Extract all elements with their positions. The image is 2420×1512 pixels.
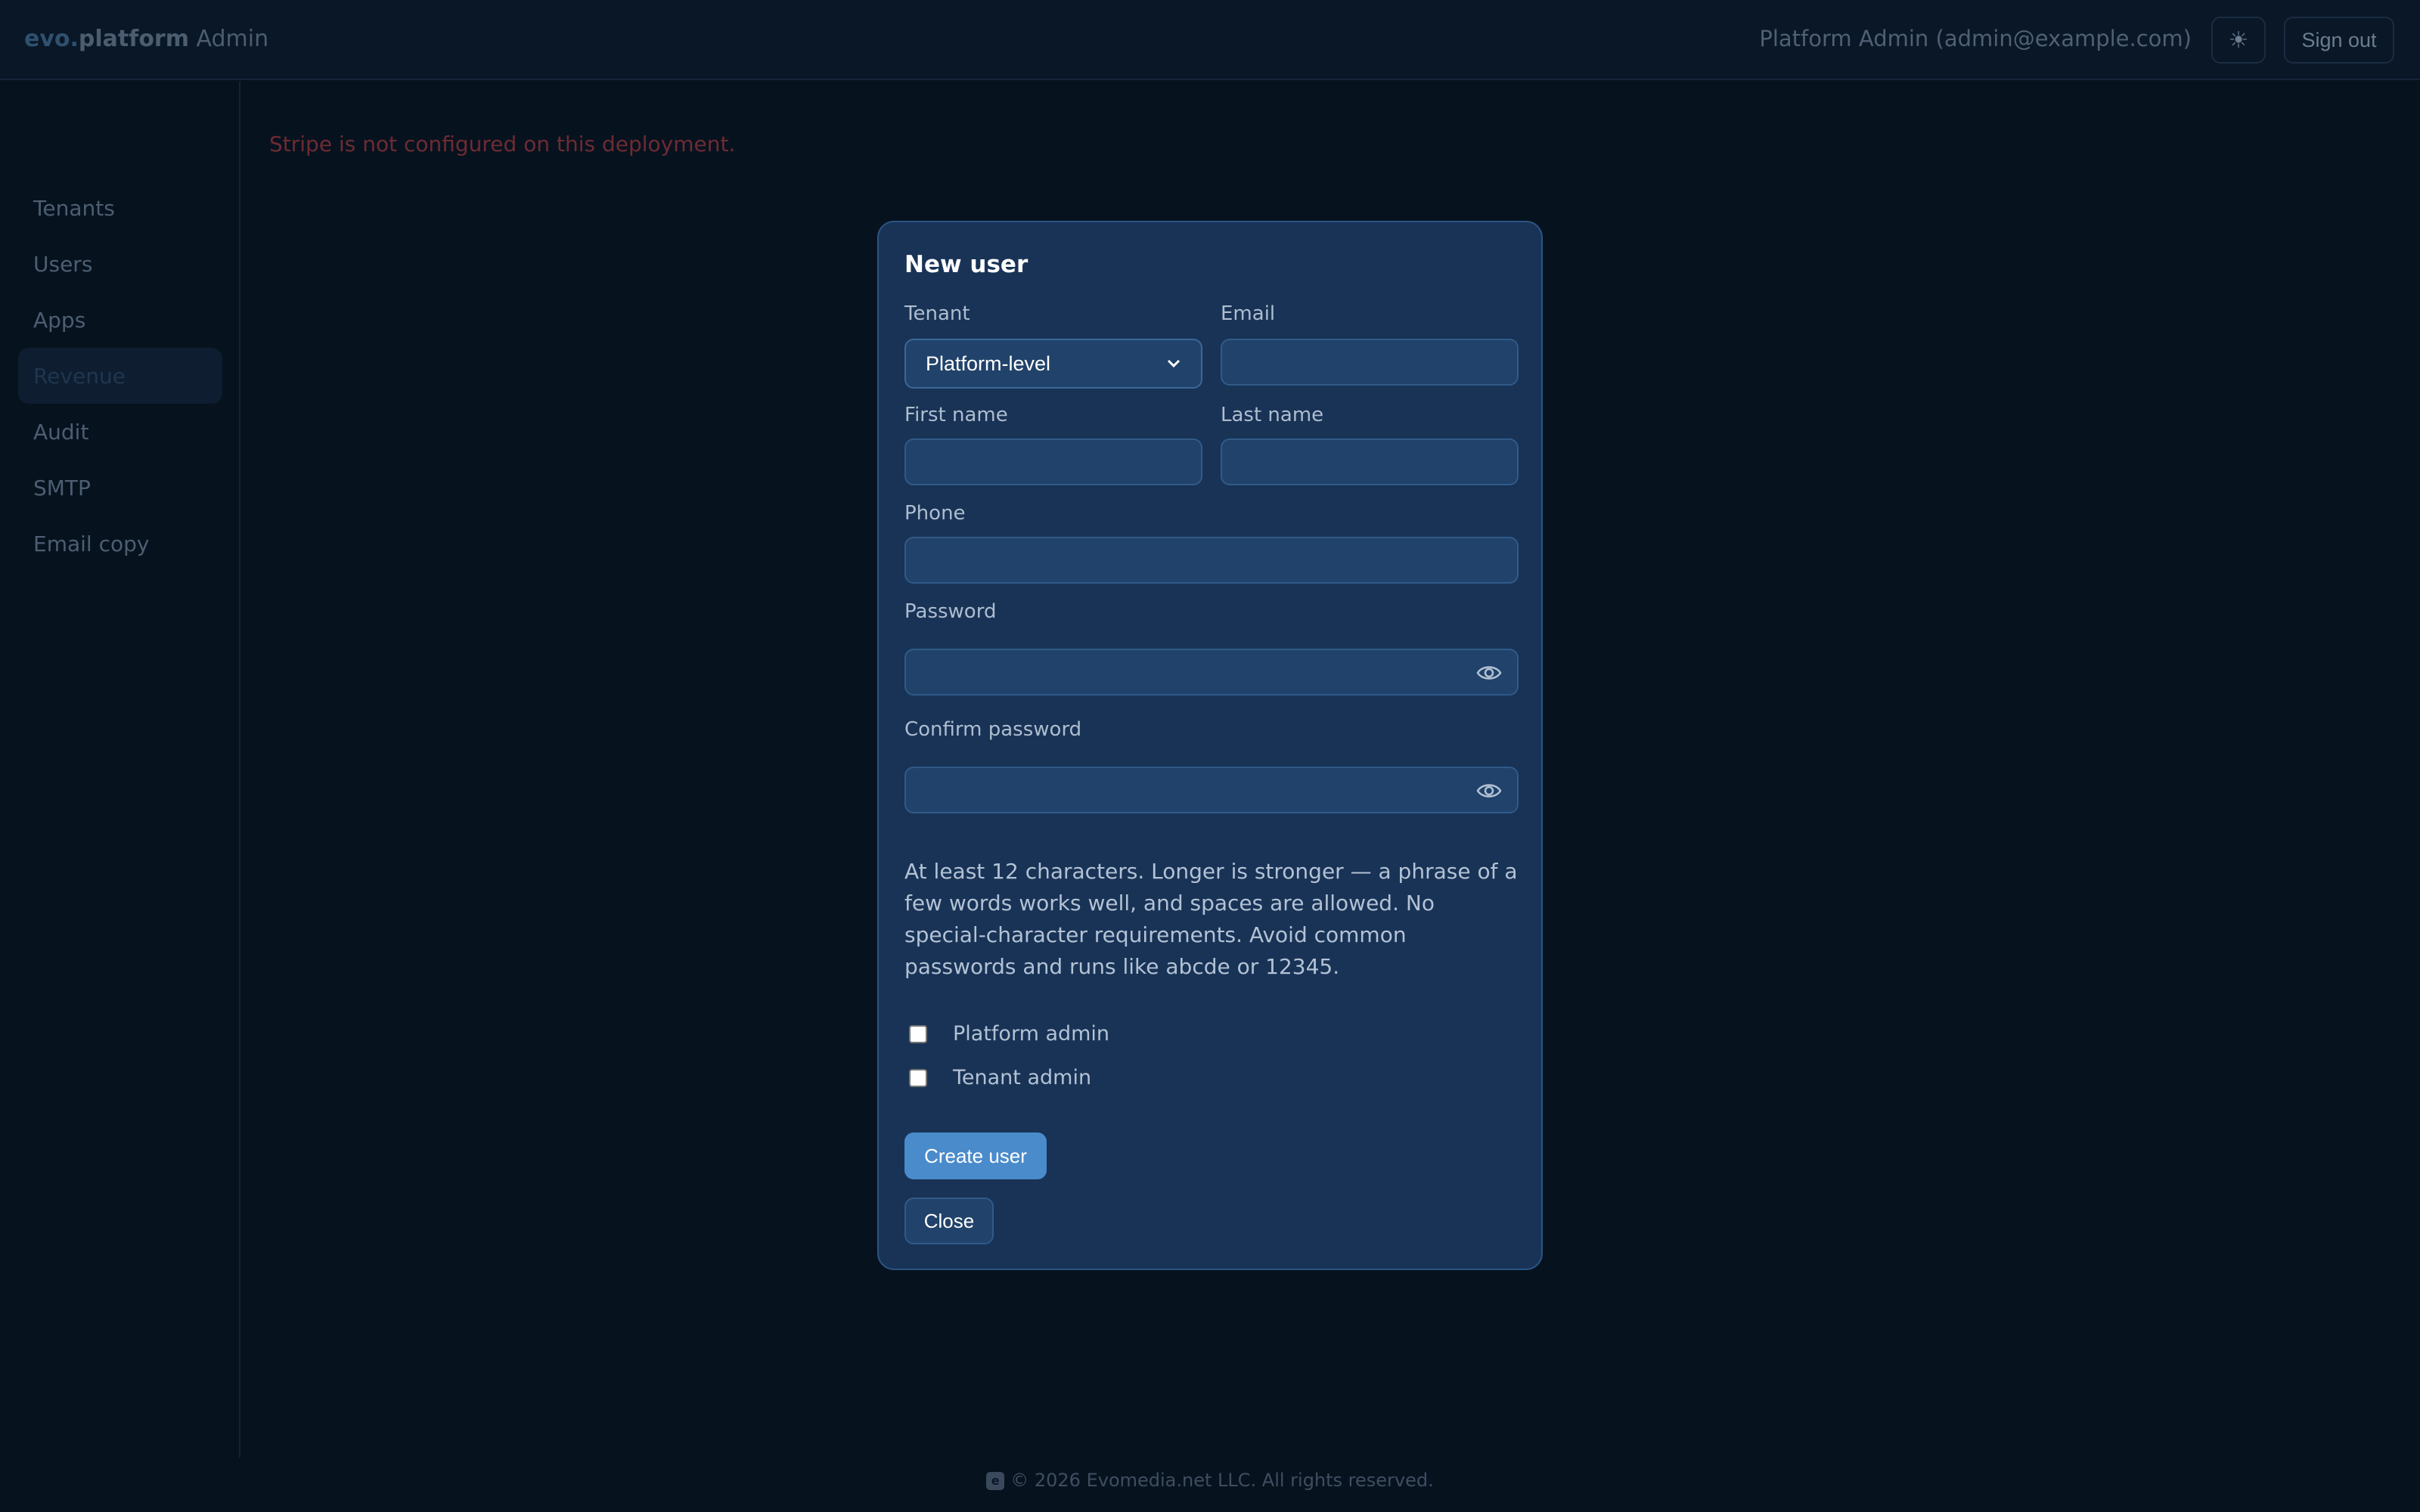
tenant-select-value: Platform-level	[926, 352, 1051, 375]
sidebar-item-tenants[interactable]: Tenants	[18, 180, 222, 236]
new-user-modal: New user Tenant Email Platform-level Fir…	[877, 221, 1543, 1270]
current-user-label: Platform Admin (admin@example.com)	[1759, 26, 2192, 51]
tenant-select[interactable]: Platform-level	[904, 339, 1202, 389]
brand-admin: Admin	[188, 26, 269, 52]
brand-logo[interactable]: evo.platform Admin	[24, 26, 268, 52]
create-user-button[interactable]: Create user	[904, 1132, 1047, 1179]
platform-admin-row[interactable]: Platform admin	[909, 1022, 1109, 1046]
footer: e © 2026 Evomedia.net LLC. All rights res…	[0, 1470, 2420, 1491]
phone-label: Phone	[904, 502, 966, 525]
close-button[interactable]: Close	[904, 1198, 994, 1244]
tenant-admin-label: Tenant admin	[953, 1066, 1092, 1089]
tenant-admin-checkbox[interactable]	[909, 1068, 927, 1087]
top-bar: evo.platform Admin Platform Admin (admin…	[0, 0, 2420, 80]
theme-toggle-button[interactable]: ☀	[2211, 17, 2266, 64]
stripe-error-message: Stripe is not configured on this deploym…	[269, 132, 736, 156]
password-hint: At least 12 characters. Longer is strong…	[904, 859, 1518, 979]
sidebar: Tenants Users Apps Revenue Audit SMTP Em…	[0, 82, 240, 1458]
last-name-label: Last name	[1221, 404, 1324, 426]
chevron-down-icon	[1166, 354, 1181, 373]
sign-out-button[interactable]: Sign out	[2284, 17, 2394, 64]
sidebar-item-revenue[interactable]: Revenue	[18, 348, 222, 404]
eye-icon[interactable]	[1476, 780, 1502, 801]
sidebar-item-smtp[interactable]: SMTP	[18, 460, 222, 516]
sidebar-item-audit[interactable]: Audit	[18, 404, 222, 460]
email-field[interactable]	[1221, 339, 1519, 386]
modal-title: New user	[904, 251, 1028, 278]
eye-icon[interactable]	[1476, 662, 1502, 683]
tenant-label: Tenant	[904, 302, 970, 325]
platform-admin-checkbox[interactable]	[909, 1024, 927, 1043]
email-label: Email	[1221, 302, 1276, 325]
password-label: Password	[904, 600, 997, 623]
last-name-field[interactable]	[1221, 438, 1519, 485]
brand-platform: platform	[78, 26, 189, 52]
password-field[interactable]	[904, 649, 1519, 696]
first-name-label: First name	[904, 404, 1008, 426]
footer-logo-icon: e	[986, 1472, 1005, 1490]
confirm-password-label: Confirm password	[904, 718, 1082, 741]
sun-icon: ☀	[2228, 26, 2249, 54]
confirm-password-field[interactable]	[904, 767, 1519, 813]
sidebar-item-apps[interactable]: Apps	[18, 292, 222, 348]
first-name-field[interactable]	[904, 438, 1202, 485]
brand-evo: evo.	[24, 26, 79, 52]
platform-admin-label: Platform admin	[953, 1022, 1110, 1046]
footer-copyright: © 2026 Evomedia.net LLC. All rights rese…	[1010, 1470, 1434, 1491]
tenant-admin-row[interactable]: Tenant admin	[909, 1066, 1091, 1089]
sidebar-item-users[interactable]: Users	[18, 236, 222, 292]
sidebar-item-email-copy[interactable]: Email copy	[18, 516, 222, 572]
phone-field[interactable]	[904, 537, 1519, 584]
